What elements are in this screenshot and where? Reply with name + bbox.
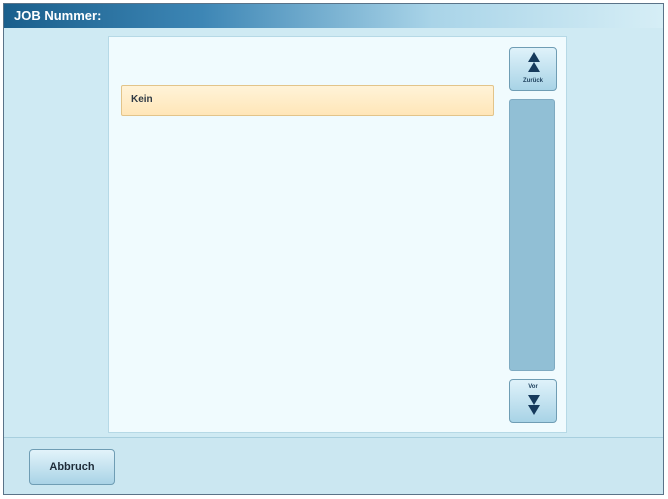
scroll-down-label: Vor <box>528 384 538 390</box>
arrow-up-icon <box>528 52 540 72</box>
list-item-label: Kein <box>131 94 153 105</box>
list-item-kein[interactable]: Kein <box>121 85 494 116</box>
title-bar: JOB Nummer: <box>4 4 663 28</box>
scroll-up-button[interactable]: Zurück <box>509 47 557 91</box>
scroll-down-button[interactable]: Vor <box>509 379 557 423</box>
arrow-down-icon <box>528 395 540 415</box>
cancel-button[interactable]: Abbruch <box>29 449 115 485</box>
scroll-up-label: Zurück <box>522 78 543 84</box>
window-title: JOB Nummer: <box>14 8 102 23</box>
scrollbar-track[interactable] <box>509 99 555 371</box>
dialog-window: JOB Nummer: Kein Zurück Vor Abbruch <box>3 3 664 495</box>
job-number-list: Kein Zurück Vor <box>108 36 567 433</box>
bottom-bar: Abbruch <box>4 437 663 494</box>
